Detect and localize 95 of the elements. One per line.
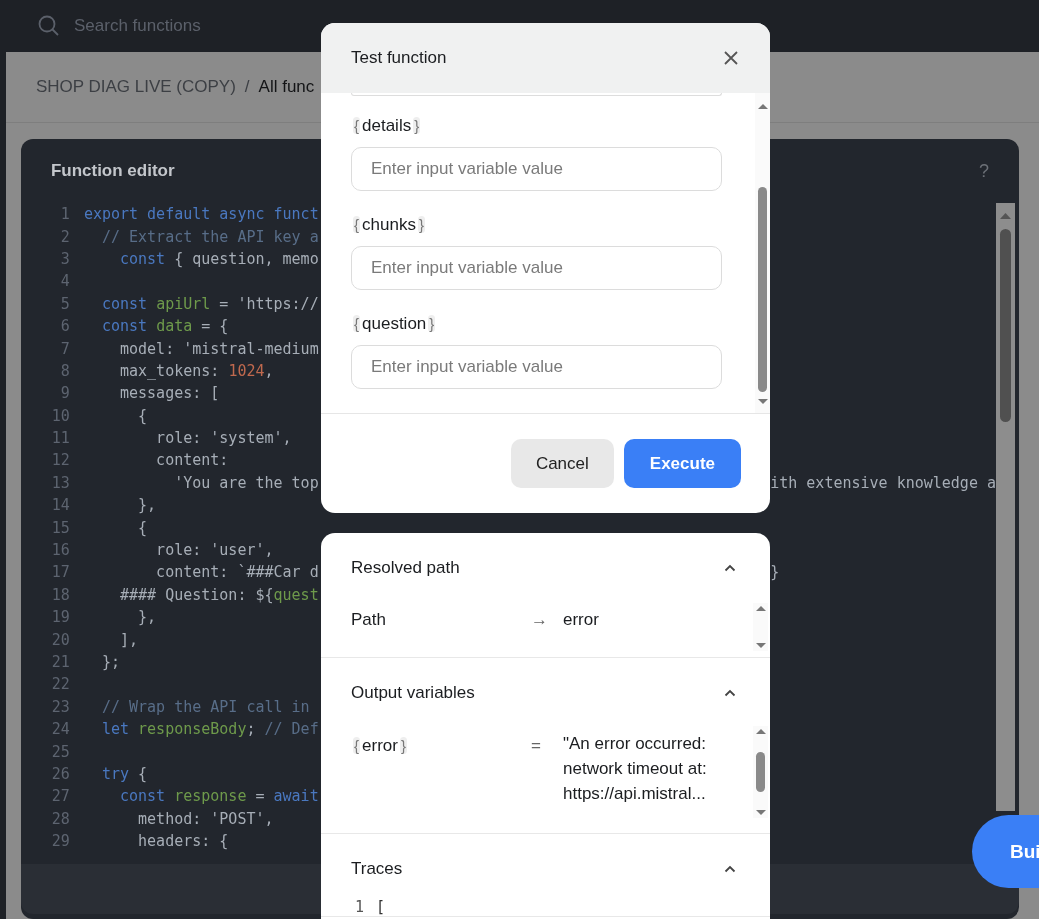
line-number: 11 xyxy=(50,429,70,448)
line-number: 9 xyxy=(59,384,70,403)
equals-sign: = xyxy=(531,736,542,756)
code-text: // Wrap the API call in xyxy=(100,697,311,716)
line-number: 18 xyxy=(50,585,70,604)
code-text: #### Question: ${quest xyxy=(119,585,319,604)
line-number: 5 xyxy=(59,294,70,313)
code-text: 'You are the top xyxy=(173,473,319,492)
code-text: // Extract the API key a xyxy=(100,227,319,246)
code-text: max_tokens: 1024, xyxy=(119,361,274,380)
input-field[interactable]: Enter input variable value xyxy=(351,246,722,290)
chevron-up-icon[interactable] xyxy=(724,865,736,873)
line-number: 12 xyxy=(50,451,70,470)
section-title: Resolved path xyxy=(351,558,460,578)
code-text: }, xyxy=(137,608,157,627)
line-number: 28 xyxy=(50,809,70,828)
code-text: role: 'user', xyxy=(155,541,274,560)
breadcrumb-link[interactable]: All func xyxy=(258,77,315,97)
scrollbar[interactable] xyxy=(753,603,768,651)
code-text: content: xyxy=(155,451,229,470)
chevron-up-icon[interactable] xyxy=(724,689,736,697)
execute-button[interactable]: Execute xyxy=(623,439,741,488)
line-number: 25 xyxy=(50,742,70,761)
line-number: 7 xyxy=(59,339,70,358)
code-text: }, xyxy=(137,496,157,515)
code-text: headers: { xyxy=(137,832,229,851)
variable-label: {details} xyxy=(352,116,422,137)
code-text: let responseBody; // Def xyxy=(100,720,319,739)
line-number: 6 xyxy=(59,317,70,336)
line-number: 15 xyxy=(50,518,70,537)
line-number: 27 xyxy=(50,787,70,806)
input-field[interactable]: Enter input variable value xyxy=(351,147,722,191)
chevron-up-icon[interactable] xyxy=(724,564,736,572)
line-number: 10 xyxy=(50,406,70,425)
code-text: content: `###Car d xyxy=(155,563,319,582)
line-number: 16 xyxy=(50,541,70,560)
code-text: try { xyxy=(100,764,148,783)
breadcrumb-separator: / xyxy=(244,77,250,97)
line-number: 3 xyxy=(59,249,70,268)
line-number: 19 xyxy=(50,608,70,627)
section-title: Traces xyxy=(351,859,403,879)
editor-title: Function editor xyxy=(50,161,175,181)
line-number: 1 xyxy=(355,898,365,916)
line-number: 4 xyxy=(59,272,70,291)
close-icon[interactable] xyxy=(724,51,738,65)
code-text: method: 'POST', xyxy=(137,809,274,828)
section-title: Output variables xyxy=(351,683,475,703)
line-number: 20 xyxy=(50,630,70,649)
line-number: 1 xyxy=(59,205,70,224)
dialog-title: Test function xyxy=(351,48,447,68)
code-text: role: 'system', xyxy=(155,429,292,448)
line-number: 22 xyxy=(50,675,70,694)
code-text: } xyxy=(770,563,780,582)
variable-value: "An error occurred: network timeout at: https://api.mistral... xyxy=(563,733,708,805)
line-number: 8 xyxy=(59,361,70,380)
code-text: const data = { xyxy=(100,317,229,336)
line-number: 14 xyxy=(50,496,70,515)
input-field[interactable]: Enter input variable value xyxy=(351,345,722,389)
code-text: { xyxy=(137,406,148,425)
line-number: 29 xyxy=(50,832,70,851)
code-text: const { question, memo xyxy=(119,249,319,268)
search-field[interactable]: Search functions xyxy=(74,16,334,36)
scroll-thumb[interactable] xyxy=(758,186,767,392)
variable-name: {error} xyxy=(352,736,408,756)
line-number: 24 xyxy=(50,720,70,739)
cancel-button[interactable]: Cancel xyxy=(510,439,614,488)
breadcrumb-link[interactable]: SHOP DIAG LIVE (COPY) xyxy=(35,77,236,97)
code-text: }; xyxy=(100,653,120,671)
help-link[interactable]: ? xyxy=(979,160,989,182)
code-text: model: 'mistral-medium xyxy=(119,339,319,358)
line-number: 13 xyxy=(50,473,70,492)
code-text: { xyxy=(137,518,148,537)
scroll-thumb[interactable] xyxy=(756,752,765,792)
line-number: 23 xyxy=(50,697,70,716)
line-number: 2 xyxy=(59,227,70,246)
arrow-glyph: → xyxy=(531,609,549,630)
code-text: const response = await xyxy=(119,787,319,806)
code-text: export default async funct xyxy=(83,205,319,224)
scrollbar[interactable] xyxy=(996,203,1015,811)
scrollbar[interactable] xyxy=(755,93,770,413)
scroll-thumb[interactable] xyxy=(1000,229,1011,422)
line-number: 21 xyxy=(50,653,70,671)
code-text: messages: [ xyxy=(119,384,220,403)
code-text: const apiUrl = 'https:// xyxy=(100,294,319,313)
path-value: error xyxy=(563,609,600,630)
search-icon xyxy=(38,15,60,37)
scrollbar[interactable] xyxy=(753,726,768,818)
variable-label: {chunks} xyxy=(352,215,426,236)
code-text: ], xyxy=(119,630,139,649)
path-label: Path xyxy=(351,609,387,630)
line-number: 26 xyxy=(50,764,70,783)
variable-label: {question} xyxy=(352,314,437,335)
code-text: [ xyxy=(376,898,386,916)
line-number: 17 xyxy=(50,563,70,582)
code-text: ith extensive knowledge a xyxy=(770,473,996,492)
